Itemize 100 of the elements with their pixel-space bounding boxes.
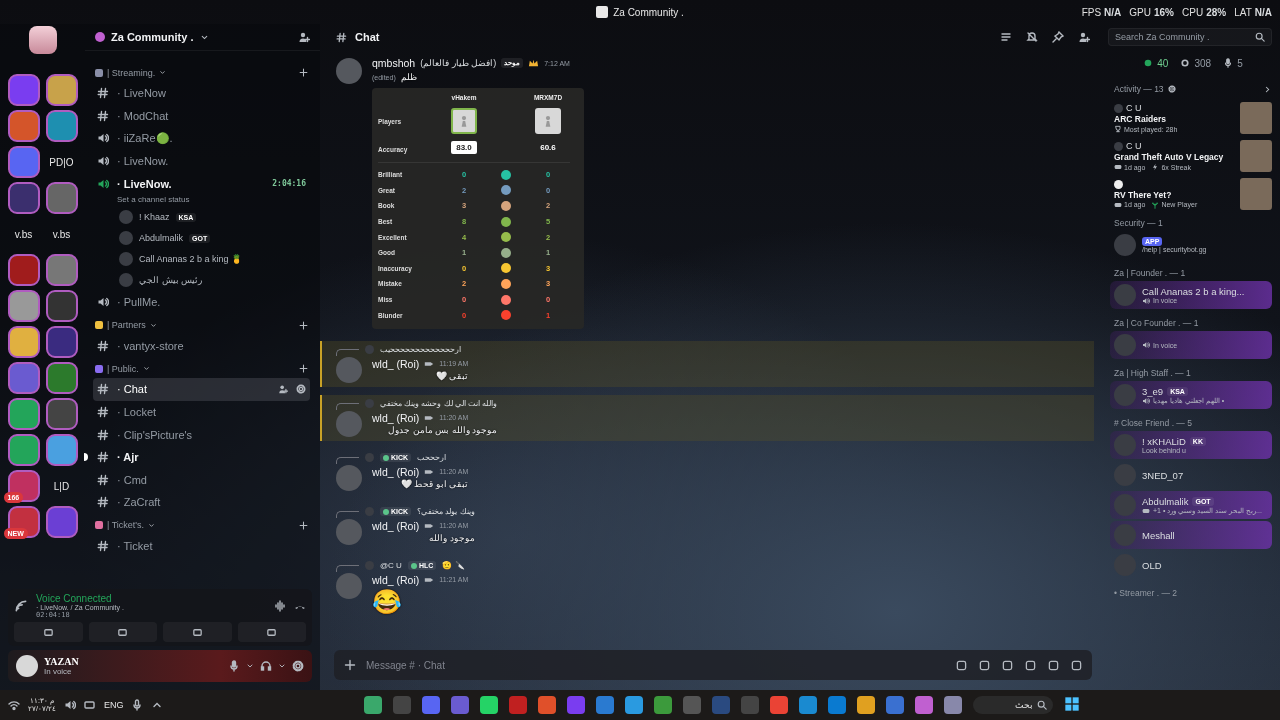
app-icon[interactable] (914, 696, 933, 714)
reply-text[interactable]: وينك يولد مختفي؟ (417, 507, 475, 517)
settings-icon[interactable] (1167, 85, 1176, 93)
category-name[interactable]: | Partners (107, 320, 146, 331)
app-icon[interactable] (827, 696, 846, 714)
server-icon[interactable] (45, 326, 78, 358)
voice-member[interactable]: Abdulmalik (139, 233, 184, 244)
server-label[interactable]: v.bs (7, 218, 40, 250)
microphone-icon[interactable] (228, 660, 240, 672)
channel-item[interactable]: · iiZaRe🟢. (93, 127, 310, 150)
server-label[interactable]: PD|O (45, 146, 78, 178)
server-icon[interactable] (7, 74, 40, 106)
server-icon[interactable] (7, 326, 40, 358)
headphones-icon[interactable] (260, 660, 272, 672)
add-member-icon[interactable] (298, 31, 310, 43)
reply-text[interactable]: 🫡 🔪 (442, 561, 465, 571)
game-title[interactable]: RV There Yet? (1114, 189, 1236, 200)
settings-icon[interactable] (296, 384, 306, 395)
app-icon[interactable] (595, 696, 614, 714)
server-icon[interactable] (7, 290, 40, 322)
activity-user[interactable]: C U (1126, 141, 1142, 151)
server-icon[interactable] (45, 182, 78, 214)
channel-item[interactable]: · LiveNow (93, 82, 310, 105)
server-icon[interactable] (7, 182, 40, 214)
activity-user[interactable]: C U (1126, 103, 1142, 113)
server-icon[interactable] (45, 362, 78, 394)
category-name[interactable]: | Streaming. (107, 67, 156, 78)
taskbar-search[interactable]: بحث (972, 696, 1053, 714)
author-name[interactable]: wld_ (Roi) (372, 411, 420, 424)
settings-icon[interactable] (292, 660, 304, 672)
channel-item[interactable]: · Chat (93, 378, 310, 401)
app-icon[interactable] (624, 696, 643, 714)
author-name[interactable]: wld_ (Roi) (372, 357, 420, 370)
server-icon[interactable] (45, 398, 78, 430)
server-icon[interactable] (45, 434, 78, 466)
app-icon[interactable] (798, 696, 817, 714)
channel-item[interactable]: · ZaCraft (93, 491, 310, 514)
battery-icon[interactable] (83, 699, 96, 711)
server-icon[interactable] (45, 290, 78, 322)
invite-icon[interactable] (278, 384, 288, 395)
user-avatar[interactable] (28, 26, 57, 54)
app-icon[interactable] (856, 696, 875, 714)
author-name[interactable]: qmbshoh (372, 57, 416, 69)
game-title[interactable]: Grand Theft Auto V Legacy (1114, 152, 1236, 162)
channel-item[interactable]: · Cmd (93, 468, 310, 492)
server-label[interactable]: L|D (45, 470, 78, 502)
voice-member[interactable]: ! Khaaz (139, 212, 170, 223)
threads-icon[interactable] (1000, 31, 1012, 43)
server-icon[interactable] (7, 110, 40, 142)
voice-action-button[interactable] (163, 622, 232, 642)
soundboard-icon[interactable] (274, 600, 286, 612)
server-icon[interactable] (7, 434, 40, 466)
app-icon[interactable] (653, 696, 672, 714)
server-icon[interactable] (45, 74, 78, 106)
reply-text[interactable]: ارحححححححححححححيب (380, 345, 461, 355)
voice-member[interactable]: رئيس بيش الجي (139, 275, 202, 286)
author-name[interactable]: wld_ (Roi) (372, 519, 420, 532)
server-icon[interactable] (45, 506, 78, 538)
server-name[interactable]: Za Community . (111, 31, 194, 43)
channel-item[interactable]: · Ticket (93, 534, 310, 558)
user-avatar[interactable] (16, 655, 38, 677)
server-icon[interactable] (7, 146, 40, 178)
microphone-icon[interactable] (131, 699, 144, 711)
server-icon[interactable] (7, 398, 40, 430)
message-input[interactable]: Message # · Chat (334, 650, 1092, 680)
member-row[interactable]: OLD (1110, 551, 1272, 579)
voice-action-button[interactable] (14, 622, 83, 642)
server-label[interactable]: v.bs (45, 218, 78, 250)
members-icon[interactable] (1078, 31, 1090, 43)
reply-text[interactable]: ارحححب (417, 453, 447, 463)
server-icon[interactable] (7, 362, 40, 394)
channel-item[interactable]: · Locket (93, 400, 310, 424)
plus-icon[interactable] (299, 320, 308, 330)
language-indicator[interactable]: ENG (103, 700, 124, 710)
pin-icon[interactable] (1052, 31, 1064, 43)
author-name[interactable]: wld_ (Roi) (372, 465, 420, 478)
category-name[interactable]: | Ticket's. (107, 520, 145, 531)
app-icon[interactable] (537, 696, 556, 714)
app-icon[interactable] (363, 696, 382, 714)
game-title[interactable]: ARC Raiders (1114, 114, 1236, 124)
member-row[interactable]: 3NED_07 (1110, 461, 1272, 489)
windows-icon[interactable] (1063, 696, 1080, 712)
search-field[interactable]: Search Za Community . (1108, 28, 1272, 46)
chevron-right-icon[interactable] (1263, 84, 1272, 94)
server-icon[interactable] (45, 254, 78, 286)
channel-status[interactable]: Set a channel status (117, 194, 190, 205)
channel-item[interactable]: · Clip'sPicture's (93, 423, 310, 446)
channel-item[interactable]: · ModChat (93, 104, 310, 128)
bell-off-icon[interactable] (1026, 31, 1038, 43)
app-icon[interactable] (943, 696, 962, 714)
voice-action-button[interactable] (88, 622, 157, 642)
channel-item[interactable]: · PullMe. (93, 290, 310, 314)
channel-item[interactable]: · Ajr (93, 445, 310, 469)
channel-item[interactable]: · LiveNow. (93, 149, 310, 173)
channel-item[interactable]: · LiveNow. 2:04:16 (93, 172, 310, 195)
app-icon[interactable] (421, 696, 440, 714)
app-icon[interactable] (885, 696, 904, 714)
member-nameplate[interactable]: Meshall (1110, 521, 1272, 549)
channel-item[interactable]: · vantyx-store (93, 334, 310, 358)
reply-text[interactable]: والله انت الي لك وحشه وينك مختفي (380, 399, 498, 409)
